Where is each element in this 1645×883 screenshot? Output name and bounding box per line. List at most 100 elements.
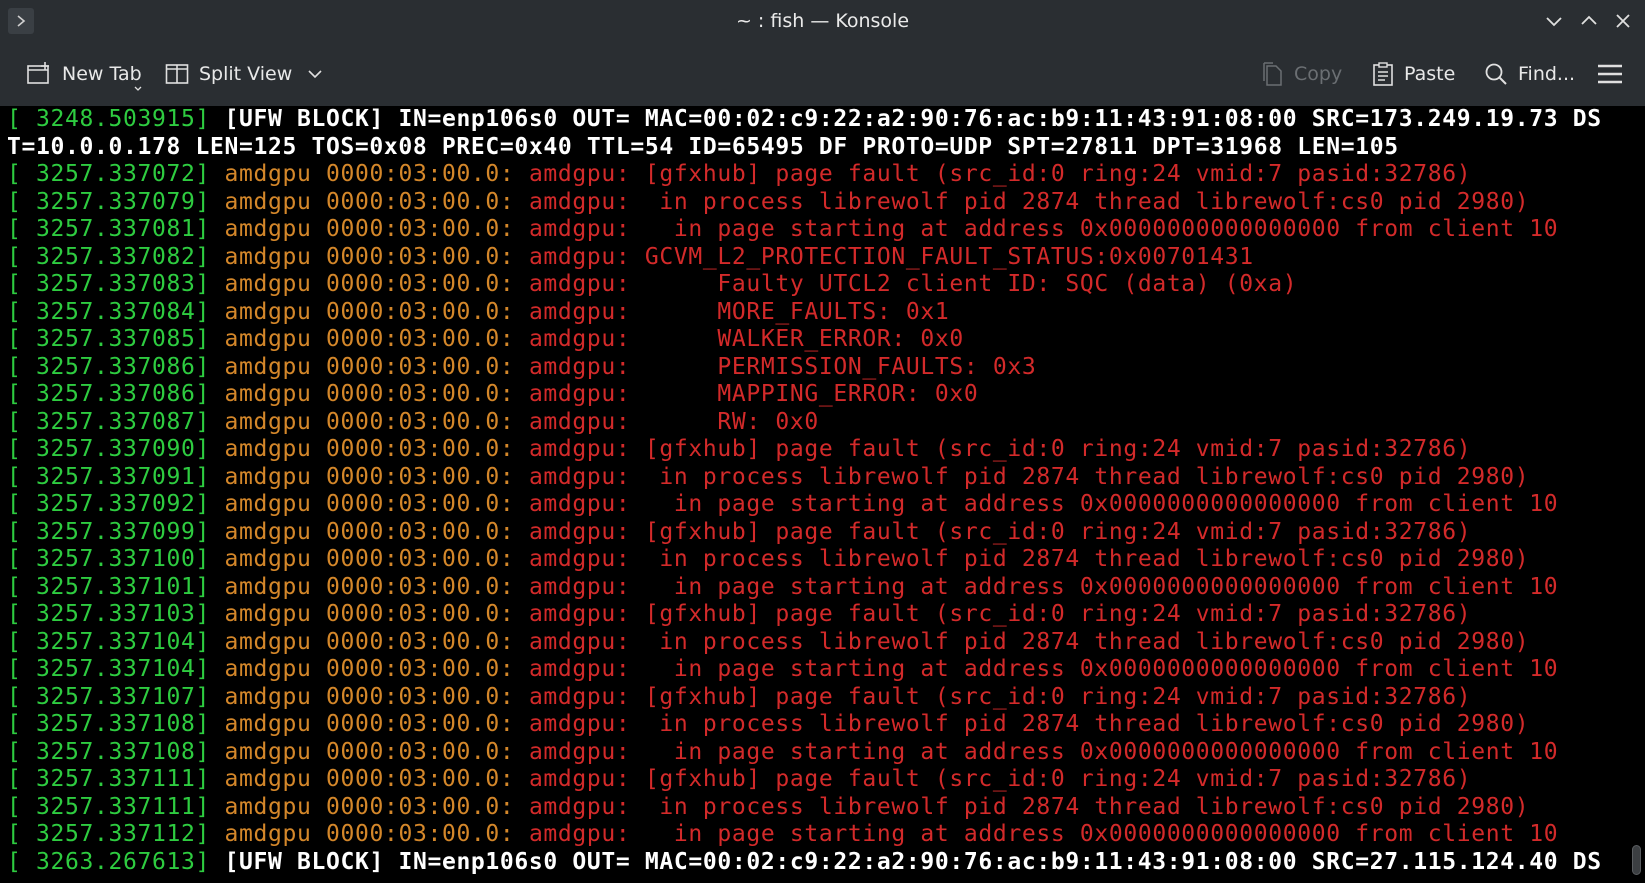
minimize-button[interactable] <box>1540 8 1568 34</box>
log-device: amdgpu 0000:03:00.0: <box>224 188 515 215</box>
terminal-line: [ 3257.337099] amdgpu 0000:03:00.0: amdg… <box>0 519 1628 547</box>
log-timestamp: 3257.337108 <box>36 738 196 765</box>
close-button[interactable] <box>1609 8 1637 34</box>
log-timestamp: 3257.337082 <box>36 243 196 270</box>
bracket: ] <box>195 738 225 765</box>
bracket: ] <box>195 353 225 380</box>
log-message: amdgpu: [gfxhub] page fault (src_id:0 ri… <box>528 766 1472 792</box>
terminal-line: [ 3248.503915] [UFW BLOCK] IN=enp106s0 O… <box>0 106 1628 134</box>
log-message: amdgpu: in process librewolf pid 2874 th… <box>528 546 1530 572</box>
log-timestamp: 3257.337081 <box>36 216 196 242</box>
bracket: [ <box>7 573 36 600</box>
close-icon <box>1616 14 1630 28</box>
chevron-down-icon <box>308 70 322 79</box>
konsole-window: ~ : fish — Konsole New Tab Split View Co… <box>0 0 1645 883</box>
bracket: ] <box>195 518 225 545</box>
log-timestamp: 3257.337111 <box>36 766 196 792</box>
log-message: amdgpu: [gfxhub] page fault (src_id:0 ri… <box>528 683 1472 710</box>
log-timestamp: 3257.337083 <box>36 271 196 297</box>
bracket: [ <box>7 106 36 132</box>
copy-label: Copy <box>1294 63 1343 85</box>
bracket: ] <box>195 573 225 600</box>
log-timestamp: 3257.337084 <box>36 298 196 325</box>
bracket: [ <box>7 381 36 407</box>
bracket: ] <box>195 683 225 710</box>
new-tab-button[interactable]: New Tab <box>26 42 142 106</box>
log-message: amdgpu: [gfxhub] page fault (src_id:0 ri… <box>528 518 1472 545</box>
chevron-down-icon <box>134 86 142 91</box>
bracket: [ <box>7 711 36 737</box>
paste-label: Paste <box>1404 63 1456 85</box>
log-device: amdgpu 0000:03:00.0: <box>224 408 515 435</box>
bracket: [ <box>7 848 36 875</box>
log-device: amdgpu 0000:03:00.0: <box>224 738 515 765</box>
bracket: ] <box>195 298 225 325</box>
bracket: [ <box>7 766 36 792</box>
bracket: [ <box>7 656 36 682</box>
bracket: ] <box>195 601 225 627</box>
log-device: amdgpu 0000:03:00.0: <box>224 628 515 655</box>
log-device: amdgpu 0000:03:00.0: <box>224 766 515 792</box>
bracket: ] <box>195 628 225 655</box>
bracket: [ <box>7 188 36 215</box>
paste-icon <box>1373 62 1393 86</box>
bracket: ] <box>195 243 225 270</box>
log-timestamp: 3257.337085 <box>36 326 196 352</box>
chevron-down-icon <box>1546 17 1562 27</box>
bracket: [ <box>7 628 36 655</box>
log-message: amdgpu: in page starting at address 0x00… <box>528 573 1559 600</box>
find-label: Find... <box>1518 63 1576 85</box>
log-device: amdgpu 0000:03:00.0: <box>224 683 515 710</box>
split-view-button[interactable]: Split View <box>165 42 322 106</box>
log-message: amdgpu: in page starting at address 0x00… <box>528 821 1559 847</box>
log-timestamp: 3257.337092 <box>36 491 196 517</box>
log-timestamp: 3257.337111 <box>36 793 196 820</box>
bracket: ] <box>195 546 225 572</box>
bracket: ] <box>195 161 225 187</box>
log-device: amdgpu 0000:03:00.0: <box>224 353 515 380</box>
log-timestamp: 3257.337103 <box>36 601 196 627</box>
terminal-output[interactable]: [ 3248.503915] [UFW BLOCK] IN=enp106s0 O… <box>0 106 1628 883</box>
log-message: amdgpu: GCVM_L2_PROTECTION_FAULT_STATUS:… <box>528 243 1254 270</box>
bracket: [ <box>7 601 36 627</box>
log-device: amdgpu 0000:03:00.0: <box>224 793 515 820</box>
log-message: amdgpu: RW: 0x0 <box>528 408 819 435</box>
log-message: amdgpu: in process librewolf pid 2874 th… <box>528 793 1530 820</box>
bracket: ] <box>195 821 225 847</box>
bracket: [ <box>7 408 36 435</box>
bracket: ] <box>195 326 225 352</box>
terminal-line: [ 3257.337091] amdgpu 0000:03:00.0: amdg… <box>0 464 1628 492</box>
scrollbar[interactable] <box>1628 106 1645 883</box>
log-device: amdgpu 0000:03:00.0: <box>224 546 515 572</box>
log-message: amdgpu: in page starting at address 0x00… <box>528 656 1559 682</box>
copy-button[interactable]: Copy <box>1262 42 1342 106</box>
maximize-button[interactable] <box>1575 8 1603 34</box>
log-timestamp: 3263.267613 <box>36 848 196 875</box>
terminal-line: [ 3257.337111] amdgpu 0000:03:00.0: amdg… <box>0 794 1628 822</box>
terminal-line: [ 3257.337072] amdgpu 0000:03:00.0: amdg… <box>0 161 1628 189</box>
terminal-line: [ 3257.337087] amdgpu 0000:03:00.0: amdg… <box>0 409 1628 437</box>
bracket: ] <box>195 766 225 792</box>
terminal-line: [ 3257.337081] amdgpu 0000:03:00.0: amdg… <box>0 216 1628 244</box>
bracket: [ <box>7 326 36 352</box>
find-button[interactable]: Find... <box>1484 42 1575 106</box>
terminal-line: T=10.0.0.178 LEN=125 TOS=0x08 PREC=0x40 … <box>0 134 1628 162</box>
terminal-line: [ 3257.337107] amdgpu 0000:03:00.0: amdg… <box>0 684 1628 712</box>
hamburger-menu-button[interactable] <box>1597 42 1623 106</box>
terminal-line: [ 3257.337108] amdgpu 0000:03:00.0: amdg… <box>0 711 1628 739</box>
log-message: amdgpu: WALKER_ERROR: 0x0 <box>528 326 964 352</box>
bracket: ] <box>195 408 225 435</box>
log-timestamp: 3257.337104 <box>36 628 196 655</box>
log-message: amdgpu: in process librewolf pid 2874 th… <box>528 711 1530 737</box>
bracket: [ <box>7 546 36 572</box>
paste-button[interactable]: Paste <box>1372 42 1455 106</box>
log-message: amdgpu: MAPPING_ERROR: 0x0 <box>528 381 979 407</box>
terminal-line: [ 3257.337108] amdgpu 0000:03:00.0: amdg… <box>0 739 1628 767</box>
scrollbar-thumb[interactable] <box>1632 845 1641 875</box>
bracket: [ <box>7 683 36 710</box>
terminal-line: [ 3257.337101] amdgpu 0000:03:00.0: amdg… <box>0 574 1628 602</box>
terminal-line: [ 3257.337085] amdgpu 0000:03:00.0: amdg… <box>0 326 1628 354</box>
log-message: amdgpu: in process librewolf pid 2874 th… <box>528 463 1530 490</box>
bracket: ] <box>195 711 225 737</box>
log-timestamp: 3257.337079 <box>36 188 196 215</box>
